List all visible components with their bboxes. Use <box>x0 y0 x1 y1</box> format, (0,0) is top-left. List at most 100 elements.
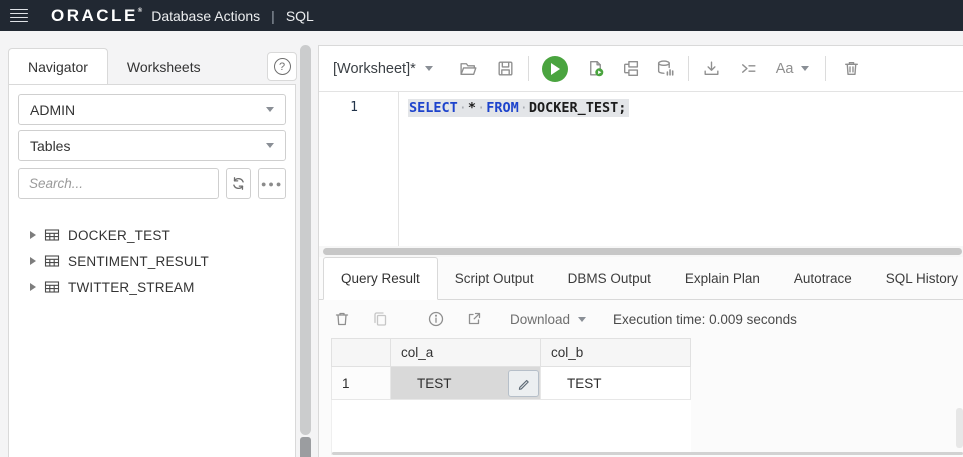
tables-tree: DOCKER_TEST SENTIMENT_RESULT TWI <box>18 222 286 300</box>
help-icon: ? <box>274 58 291 75</box>
tab-autotrace[interactable]: Autotrace <box>777 257 869 299</box>
tab-worksheets[interactable]: Worksheets <box>108 48 220 85</box>
open-in-new-button[interactable] <box>465 310 483 328</box>
save-button[interactable] <box>496 59 515 78</box>
explain-plan-button[interactable] <box>621 59 640 78</box>
tab-query-result[interactable]: Query Result <box>323 257 438 300</box>
object-type-select[interactable]: Tables <box>18 130 286 161</box>
grid-header-col-b[interactable]: col_b <box>541 338 691 367</box>
search-row: ●●● <box>18 168 286 199</box>
tab-script-output[interactable]: Script Output <box>438 257 551 299</box>
open-file-button[interactable] <box>459 59 478 78</box>
cell-col-b[interactable]: TEST <box>541 367 691 400</box>
tab-dbms-output[interactable]: DBMS Output <box>551 257 668 299</box>
expand-caret-icon[interactable] <box>30 283 36 291</box>
autotrace-icon <box>656 59 675 78</box>
toolbar-separator <box>688 56 689 81</box>
save-icon <box>496 59 515 78</box>
refresh-icon <box>230 175 247 192</box>
schema-select[interactable]: ADMIN <box>18 94 286 125</box>
trash-icon <box>842 59 861 78</box>
sql-editor[interactable]: 1 SELECT·*·FROM·DOCKER_TEST; <box>319 91 963 246</box>
text-size-button[interactable]: Aa <box>776 61 809 77</box>
download-results-button[interactable]: Download <box>510 312 586 327</box>
tree-item-twitter-stream[interactable]: TWITTER_STREAM <box>18 274 286 300</box>
splitter-handle[interactable] <box>323 248 962 255</box>
open-in-new-icon <box>465 310 483 328</box>
grid-empty-area <box>331 400 691 455</box>
tree-item-docker-test[interactable]: DOCKER_TEST <box>18 222 286 248</box>
tab-sql-history[interactable]: SQL History <box>869 257 963 299</box>
discard-results-button[interactable] <box>333 310 351 328</box>
download-label: Download <box>510 312 570 327</box>
run-statement-button[interactable] <box>542 56 568 82</box>
run-script-button[interactable] <box>586 59 605 78</box>
toolbar-separator <box>825 56 826 81</box>
folder-open-icon <box>459 59 478 78</box>
search-input[interactable] <box>18 168 219 199</box>
execution-time-text: Execution time: 0.009 seconds <box>613 312 797 327</box>
edit-cell-button[interactable] <box>508 370 539 397</box>
run-script-icon <box>586 59 605 78</box>
table-row: 1 TEST TEST <box>331 367 691 400</box>
results-vertical-scrollbar[interactable] <box>956 408 963 448</box>
line-number: 1 <box>350 100 358 115</box>
autotrace-button[interactable] <box>656 59 675 78</box>
chevron-down-icon <box>266 107 274 112</box>
navigator-panel: ADMIN Tables ●●● <box>8 84 296 457</box>
tree-item-label: TWITTER_STREAM <box>68 280 195 295</box>
refresh-button[interactable] <box>226 168 251 199</box>
row-number-cell[interactable]: 1 <box>331 367 391 400</box>
result-grid: col_a col_b 1 TEST TEST <box>331 338 691 455</box>
info-icon <box>427 310 445 328</box>
left-panel-scrollbar[interactable] <box>300 45 311 457</box>
download-worksheet-button[interactable] <box>702 59 721 78</box>
object-type-select-value: Tables <box>30 138 70 154</box>
cell-value: TEST <box>417 376 452 391</box>
oracle-logo: ORACLE® <box>51 6 142 26</box>
menu-icon[interactable] <box>10 9 28 23</box>
copy-button[interactable] <box>371 310 389 328</box>
grid-corner-cell <box>331 338 391 367</box>
whitespace-dot: · <box>519 100 529 116</box>
schema-select-value: ADMIN <box>30 102 75 118</box>
sql-statement[interactable]: SELECT·*·FROM·DOCKER_TEST; <box>408 99 629 117</box>
chevron-down-icon <box>425 66 433 71</box>
worksheet-selector[interactable]: [Worksheet]* <box>333 61 433 77</box>
sql-identifier: DOCKER_TEST; <box>529 100 627 116</box>
tree-item-sentiment-result[interactable]: SENTIMENT_RESULT <box>18 248 286 274</box>
sql-keyword: SELECT <box>409 100 458 116</box>
tab-explain-plan[interactable]: Explain Plan <box>668 257 777 299</box>
left-panel-tabs: Navigator Worksheets <box>8 48 220 85</box>
editor-code-area[interactable]: SELECT·*·FROM·DOCKER_TEST; <box>399 92 963 246</box>
app-title: Database Actions <box>151 8 260 24</box>
results-toolbar: Download Execution time: 0.009 seconds <box>319 300 963 338</box>
text-size-label: Aa <box>776 61 794 77</box>
trash-icon <box>333 310 351 328</box>
toolbar-separator <box>528 56 529 81</box>
more-options-button[interactable]: ●●● <box>258 168 286 199</box>
scrollbar-thumb-end[interactable] <box>300 437 311 457</box>
tree-item-label: DOCKER_TEST <box>68 228 170 243</box>
format-button[interactable] <box>739 59 758 78</box>
help-button[interactable]: ? <box>267 52 297 81</box>
results-horizontal-scrollbar[interactable] <box>332 452 963 455</box>
title-divider: | <box>271 8 275 24</box>
clear-worksheet-button[interactable] <box>842 59 861 78</box>
cell-col-a-selected[interactable]: TEST <box>391 367 541 400</box>
tab-navigator[interactable]: Navigator <box>8 48 108 85</box>
expand-caret-icon[interactable] <box>30 231 36 239</box>
chevron-down-icon <box>578 317 586 322</box>
ellipsis-icon: ●●● <box>261 179 283 189</box>
explain-plan-icon <box>621 59 640 78</box>
top-header-bar: ORACLE® Database Actions | SQL <box>0 0 963 31</box>
editor-gutter: 1 <box>319 92 399 246</box>
results-panel: Query Result Script Output DBMS Output E… <box>319 257 963 457</box>
scrollbar-thumb[interactable] <box>300 45 311 435</box>
table-grid-icon <box>44 227 60 243</box>
expand-caret-icon[interactable] <box>30 257 36 265</box>
table-grid-icon <box>44 253 60 269</box>
info-button[interactable] <box>427 310 445 328</box>
grid-header-col-a[interactable]: col_a <box>391 338 541 367</box>
panel-splitter[interactable] <box>319 246 963 257</box>
